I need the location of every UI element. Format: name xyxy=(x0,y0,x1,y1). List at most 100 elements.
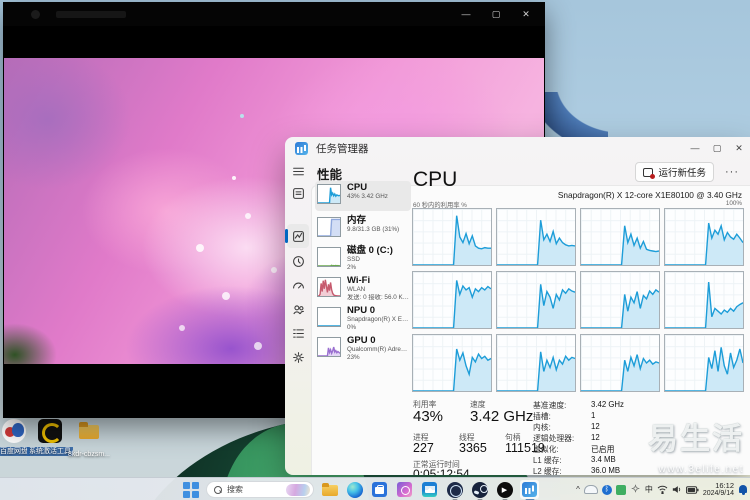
tray-gear-icon[interactable] xyxy=(630,481,641,499)
cpu-thumbnail-chart xyxy=(318,185,340,203)
taskbar-edge[interactable] xyxy=(345,480,364,499)
cpu-core-chart-5 xyxy=(412,271,492,329)
panel-card-disk[interactable]: 磁盘 0 (C:) SSD 2% xyxy=(315,244,411,274)
desktop-icon-folder[interactable]: 8kdr-cbzsm... xyxy=(66,419,112,461)
clock[interactable]: 16:12 2024/9/14 xyxy=(703,482,734,498)
panel-card-wifi[interactable]: Wi-Fi WLAN 发送: 0 接收: 56.0 Kbp xyxy=(315,274,411,304)
start-button[interactable] xyxy=(181,480,200,499)
disk-thumbnail-chart xyxy=(318,248,340,266)
detail-label: 内核: xyxy=(533,422,551,433)
minimize-button[interactable]: — xyxy=(451,2,481,26)
tray-app-icon[interactable] xyxy=(616,485,626,495)
sidebar-item-processes[interactable] xyxy=(290,185,306,201)
detail-value-l1-cache: 3.4 MB xyxy=(591,455,616,464)
cpu-stats: 利用率 43% 速度 3.42 GHz 进程 227 线程 3365 句柄 11… xyxy=(413,399,743,474)
search-highlight-image xyxy=(286,484,310,496)
sidebar-item-performance[interactable] xyxy=(290,228,306,244)
desktop-icon-label: 8kdr-cbzsm... xyxy=(68,451,110,458)
bluetooth-icon[interactable]: ᛒ xyxy=(602,485,612,495)
task-manager-app-icon xyxy=(295,142,308,155)
steam-icon xyxy=(472,482,488,498)
minimize-button[interactable]: — xyxy=(684,137,706,159)
axis-max-label: 100% xyxy=(726,200,742,207)
sidebar-item-startup-apps[interactable] xyxy=(290,277,306,293)
sidebar-item-users[interactable] xyxy=(290,301,306,317)
detail-label: 基准速度: xyxy=(533,400,566,411)
hidden-icons-chevron[interactable]: ^ xyxy=(576,485,580,494)
detail-value-base-speed: 3.42 GHz xyxy=(591,400,624,409)
detail-label: L1 缓存: xyxy=(533,455,562,466)
clock-app-icon xyxy=(447,482,463,498)
sidebar-item-services[interactable] xyxy=(290,349,306,365)
mail-icon xyxy=(422,482,437,497)
taskbar-steam[interactable] xyxy=(470,480,489,499)
detail-label: 插槽: xyxy=(533,411,551,422)
task-manager-window: 任务管理器 — ▢ ✕ 性能 运行新任务 ··· xyxy=(285,137,750,475)
maximize-button[interactable]: ▢ xyxy=(706,137,728,159)
file-explorer-icon xyxy=(322,483,338,496)
notification-bell-icon[interactable] xyxy=(738,484,748,495)
close-button[interactable]: ✕ xyxy=(511,2,541,26)
battery-icon[interactable] xyxy=(686,486,699,494)
wifi-icon[interactable] xyxy=(657,485,668,494)
detail-value-virtualization: 已启用 xyxy=(591,444,614,455)
wifi-thumbnail-chart xyxy=(318,278,340,296)
nav-selected-indicator xyxy=(285,229,288,243)
cpu-core-chart-8 xyxy=(664,271,744,329)
run-new-task-button[interactable]: 运行新任务 xyxy=(635,162,714,182)
cpu-core-chart-11 xyxy=(580,334,660,392)
stat-value-utilization: 43% xyxy=(413,408,443,425)
cpu-core-chart-6 xyxy=(496,271,576,329)
panel-card-memory[interactable]: 内存 9.8/31.3 GB (31%) xyxy=(315,214,411,244)
panel-card-gpu[interactable]: GPU 0 Qualcomm(R) Adren... 23% xyxy=(315,334,411,364)
taskbar-media-player[interactable]: ▶ xyxy=(495,480,514,499)
detail-label: 逻辑处理器: xyxy=(533,433,574,444)
tray-time: 16:12 xyxy=(703,482,734,490)
baidu-netdisk-icon xyxy=(2,419,26,443)
titlebar-app-icon xyxy=(31,10,40,19)
detail-label: L2 缓存: xyxy=(533,466,562,475)
sidebar-item-details[interactable] xyxy=(290,325,306,341)
run-new-task-icon xyxy=(643,168,653,177)
detail-label: 虚拟化: xyxy=(533,444,559,455)
detail-value-sockets: 1 xyxy=(591,411,595,420)
cpu-core-chart-12 xyxy=(664,334,744,392)
stat-value-speed: 3.42 GHz xyxy=(470,408,533,425)
search-icon xyxy=(214,486,222,494)
more-options-button[interactable]: ··· xyxy=(722,162,742,182)
cpu-core-chart-1 xyxy=(412,208,492,266)
taskbar-search-input[interactable]: 搜索 xyxy=(206,481,314,498)
ime-indicator[interactable]: 中 xyxy=(645,484,653,495)
cpu-core-chart-10 xyxy=(496,334,576,392)
taskbar-photos[interactable] xyxy=(395,480,414,499)
task-manager-sidebar xyxy=(285,160,311,475)
task-manager-icon xyxy=(522,482,537,497)
taskbar-file-explorer[interactable] xyxy=(320,480,339,499)
tray-date: 2024/9/14 xyxy=(703,490,734,498)
taskbar-mail[interactable] xyxy=(420,480,439,499)
onedrive-cloud-icon[interactable] xyxy=(584,485,598,494)
stat-value-uptime: 0:05:12:54 xyxy=(413,467,470,475)
cpu-core-chart-7 xyxy=(580,271,660,329)
volume-icon[interactable] xyxy=(672,485,682,494)
stat-value-processes: 227 xyxy=(413,441,434,455)
task-manager-titlebar[interactable]: 任务管理器 xyxy=(285,137,750,160)
panel-card-cpu[interactable]: CPU 43% 3.42 GHz xyxy=(315,181,411,211)
edge-icon xyxy=(347,482,363,498)
photos-icon xyxy=(397,482,412,497)
detail-value-cores: 12 xyxy=(591,422,600,431)
cpu-core-chart-9 xyxy=(412,334,492,392)
close-button[interactable]: ✕ xyxy=(728,137,750,159)
maximize-button[interactable]: ▢ xyxy=(481,2,511,26)
taskbar-task-manager[interactable] xyxy=(520,480,539,499)
taskbar-store[interactable] xyxy=(370,480,389,499)
window-title: 任务管理器 xyxy=(316,141,369,156)
menu-icon[interactable] xyxy=(290,163,306,179)
sidebar-item-app-history[interactable] xyxy=(290,253,306,269)
panel-card-npu[interactable]: NPU 0 Snapdragon(R) X Eli... 0% xyxy=(315,304,411,334)
water-droplets xyxy=(232,176,236,180)
taskbar: 搜索 ▶ ^ ᛒ 中 16:12 2024/9/14 xyxy=(0,477,750,500)
taskbar-clock-app[interactable] xyxy=(445,480,464,499)
play-icon: ▶ xyxy=(497,482,513,498)
folder-icon xyxy=(77,419,101,443)
